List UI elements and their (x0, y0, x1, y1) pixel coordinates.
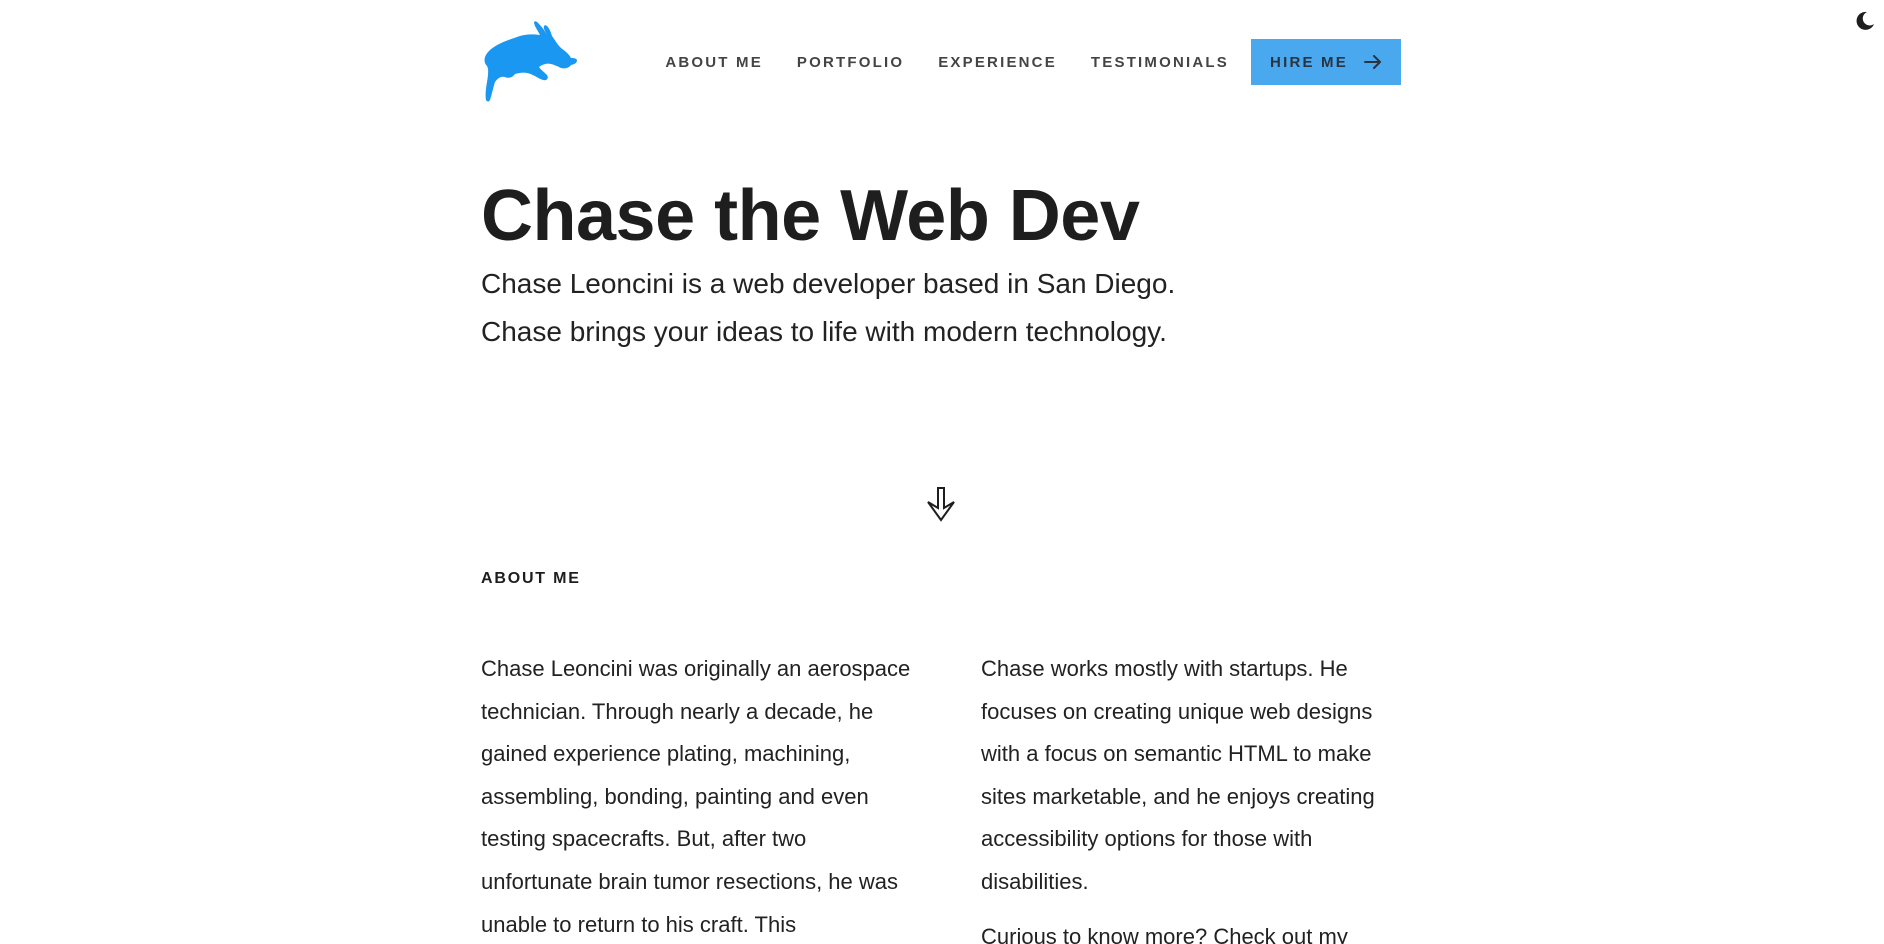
about-paragraph-right-2: Curious to know more? Check out my (981, 923, 1348, 944)
about-me-heading: ABOUT ME (481, 570, 581, 587)
about-paragraph-left: Chase Leoncini was originally an aerospa… (481, 656, 911, 937)
about-paragraph-right-1: Chase works mostly with startups. He foc… (981, 656, 1375, 894)
rabbit-logo-icon[interactable] (481, 18, 581, 104)
about-right-column: Chase works mostly with startups. He foc… (981, 648, 1401, 944)
main-nav: ABOUT ME PORTFOLIO EXPERIENCE TESTIMONIA… (665, 39, 1401, 85)
about-left-column: Chase Leoncini was originally an aerospa… (481, 648, 921, 944)
main-container: ABOUT ME PORTFOLIO EXPERIENCE TESTIMONIA… (481, 0, 1401, 944)
hero-subtitle-line-1: Chase Leoncini is a web developer based … (481, 268, 1176, 299)
nav-link-experience[interactable]: EXPERIENCE (938, 54, 1057, 71)
nav-link-about-me[interactable]: ABOUT ME (665, 54, 763, 71)
moon-icon[interactable] (1852, 8, 1878, 34)
nav-link-testimonials[interactable]: TESTIMONIALS (1091, 54, 1229, 71)
hero-subtitle-line-2: Chase brings your ideas to life with mod… (481, 316, 1167, 347)
arrow-down-icon[interactable] (922, 486, 960, 522)
page: ABOUT ME PORTFOLIO EXPERIENCE TESTIMONIA… (0, 0, 1884, 944)
arrow-right-icon (1363, 55, 1382, 69)
hire-me-button[interactable]: HIRE ME (1251, 39, 1401, 85)
site-header: ABOUT ME PORTFOLIO EXPERIENCE TESTIMONIA… (481, 0, 1401, 120)
hero-title: Chase the Web Dev (481, 176, 1140, 256)
nav-link-portfolio[interactable]: PORTFOLIO (797, 54, 904, 71)
hire-me-label: HIRE ME (1270, 53, 1348, 71)
